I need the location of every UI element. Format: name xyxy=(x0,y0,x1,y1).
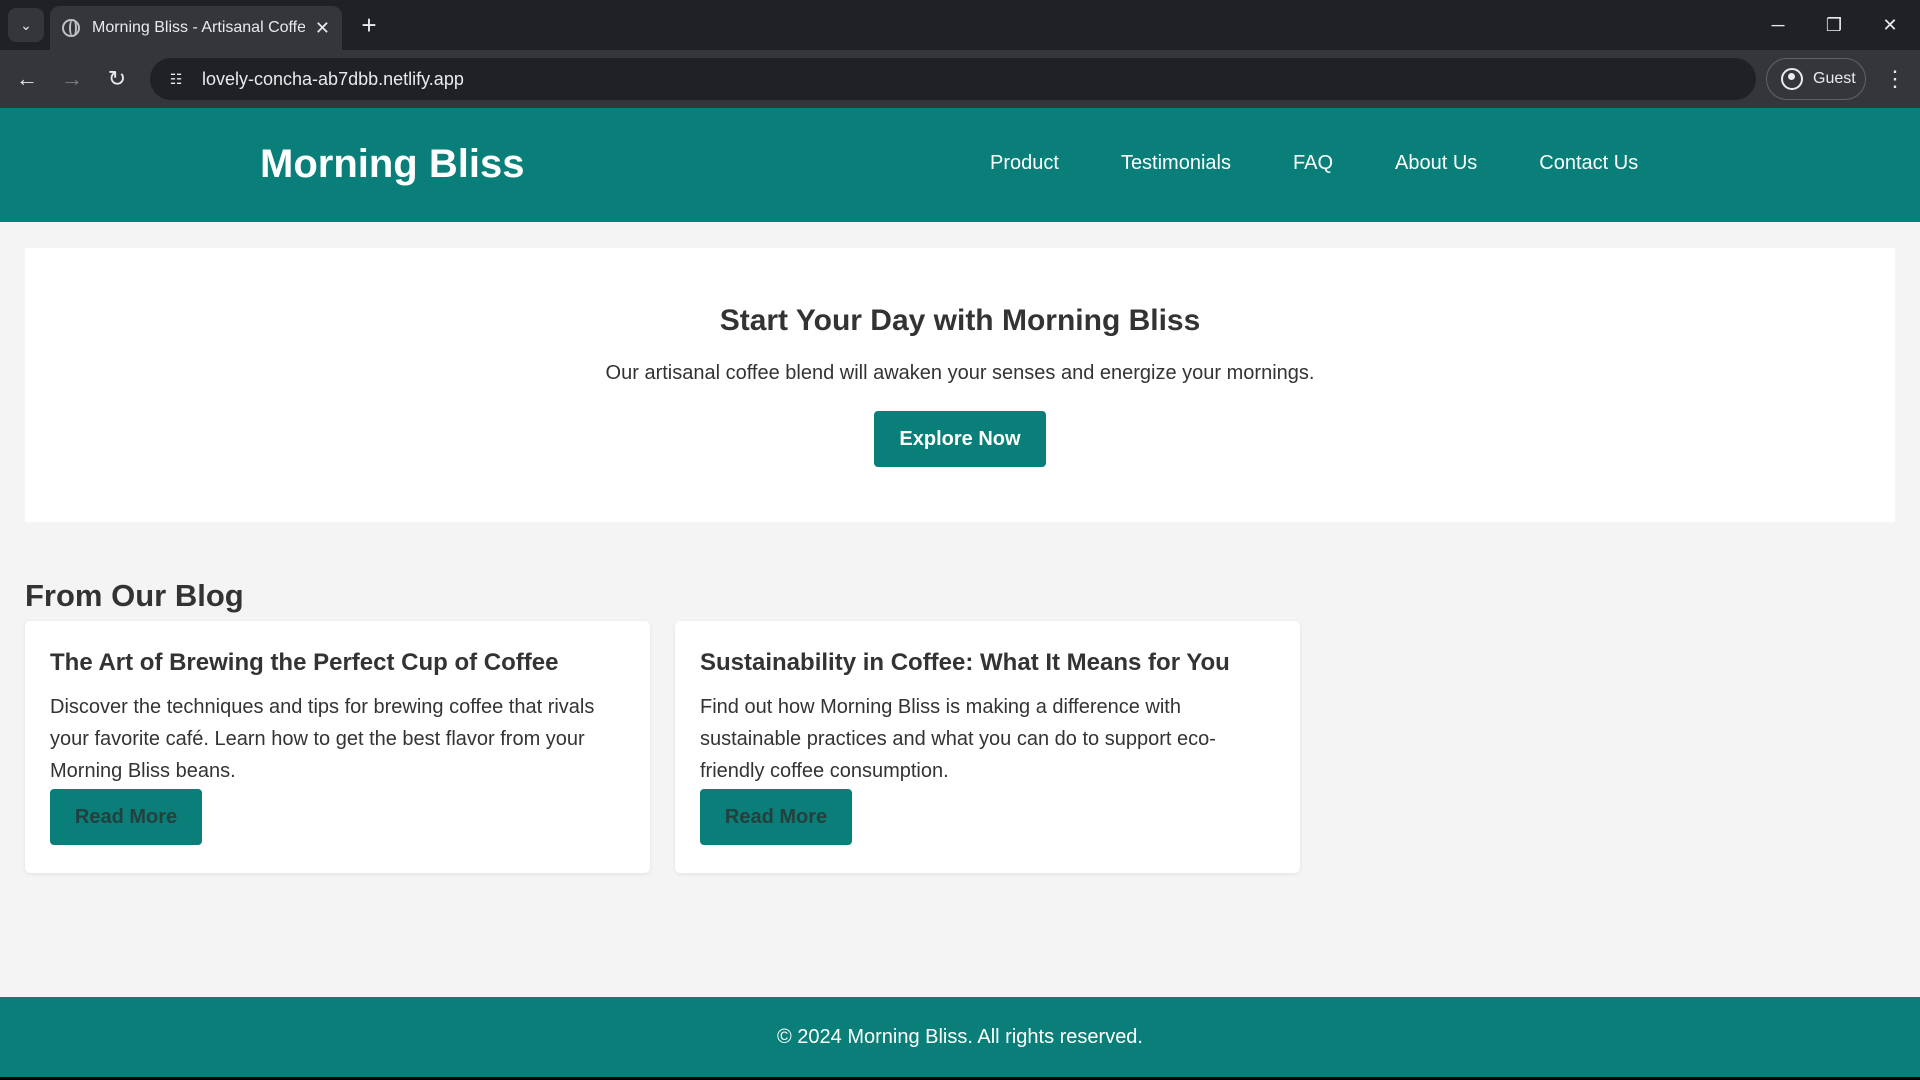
nav-contact-us[interactable]: Contact Us xyxy=(1539,152,1638,175)
blog-card: The Art of Brewing the Perfect Cup of Co… xyxy=(25,621,650,873)
browser-tab-strip: ⌄ Morning Bliss - Artisanal Coffee ✕ + ─… xyxy=(0,0,1920,50)
tab-search-button[interactable]: ⌄ xyxy=(8,8,44,42)
site-logo[interactable]: Morning Bliss xyxy=(260,142,524,187)
page-content: Morning Bliss Product Testimonials FAQ A… xyxy=(0,108,1920,1080)
reload-button[interactable]: ↻ xyxy=(100,62,134,96)
browser-toolbar: ← → ↻ ☷ lovely-concha-ab7dbb.netlify.app… xyxy=(0,50,1920,108)
restore-button[interactable]: ❐ xyxy=(1806,0,1862,50)
hero-subtitle: Our artisanal coffee blend will awaken y… xyxy=(605,362,1315,384)
blog-heading: From Our Blog xyxy=(25,578,244,613)
hero-title: Start Your Day with Morning Bliss xyxy=(719,304,1201,337)
back-button[interactable]: ← xyxy=(10,62,44,96)
footer-copyright: © 2024 Morning Bliss. All rights reserve… xyxy=(776,1026,1143,1048)
blog-card-title: The Art of Brewing the Perfect Cup of Co… xyxy=(50,649,559,676)
globe-icon xyxy=(62,19,80,37)
hero-section: Start Your Day with Morning Bliss Our ar… xyxy=(25,248,1895,522)
address-bar[interactable]: ☷ lovely-concha-ab7dbb.netlify.app xyxy=(150,58,1756,100)
site-header: Morning Bliss Product Testimonials FAQ A… xyxy=(0,108,1920,222)
explore-now-button[interactable]: Explore Now xyxy=(874,411,1046,467)
forward-button[interactable]: → xyxy=(55,62,89,96)
profile-button[interactable]: Guest xyxy=(1766,58,1866,100)
browser-tab[interactable]: Morning Bliss - Artisanal Coffee ✕ xyxy=(50,6,342,50)
site-footer: © 2024 Morning Bliss. All rights reserve… xyxy=(0,997,1920,1077)
read-more-button[interactable]: Read More xyxy=(700,789,852,845)
close-window-button[interactable]: ✕ xyxy=(1862,0,1918,50)
new-tab-button[interactable]: + xyxy=(354,10,384,40)
tab-title: Morning Bliss - Artisanal Coffee xyxy=(92,19,305,36)
nav-faq[interactable]: FAQ xyxy=(1293,152,1333,175)
nav-about-us[interactable]: About Us xyxy=(1395,152,1477,175)
blog-card: Sustainability in Coffee: What It Means … xyxy=(675,621,1300,873)
profile-label: Guest xyxy=(1813,70,1856,87)
site-info-icon[interactable]: ☷ xyxy=(164,67,188,91)
main-nav: Product Testimonials FAQ About Us Contac… xyxy=(990,152,1700,175)
nav-testimonials[interactable]: Testimonials xyxy=(1121,152,1231,175)
url-text: lovely-concha-ab7dbb.netlify.app xyxy=(202,68,464,89)
blog-card-title: Sustainability in Coffee: What It Means … xyxy=(700,649,1230,676)
chevron-down-icon: ⌄ xyxy=(20,16,32,33)
blog-card-excerpt: Discover the techniques and tips for bre… xyxy=(50,696,595,782)
profile-icon xyxy=(1781,68,1803,90)
close-tab-icon[interactable]: ✕ xyxy=(315,18,330,39)
minimize-button[interactable]: ─ xyxy=(1750,0,1806,50)
menu-icon[interactable]: ⋮ xyxy=(1880,62,1910,96)
nav-product[interactable]: Product xyxy=(990,152,1059,175)
blog-card-excerpt: Find out how Morning Bliss is making a d… xyxy=(700,696,1216,782)
read-more-button[interactable]: Read More xyxy=(50,789,202,845)
